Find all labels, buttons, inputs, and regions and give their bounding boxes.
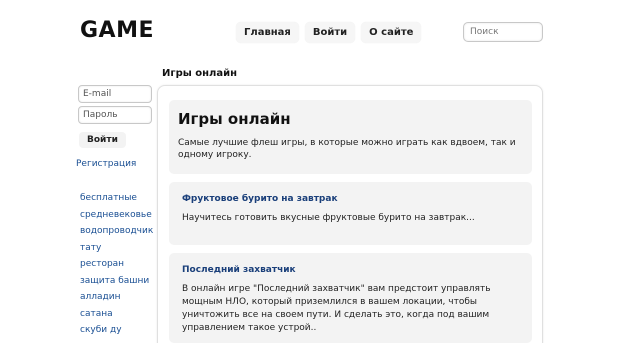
category-link-scooby-doo[interactable]: скуби ду [80,322,154,339]
register-link[interactable]: Регистрация [76,159,154,169]
main-content: Игры онлайн Самые лучшие флеш игры, в ко… [157,85,543,343]
login-button[interactable]: Войти [79,132,126,148]
category-link-tattoo[interactable]: тату [80,240,154,257]
category-link-plumber[interactable]: водопроводчик [80,223,154,240]
category-link-satan[interactable]: сатана [80,306,154,323]
game-card-text: Научитесь готовить вкусные фруктовые бур… [182,213,475,223]
game-card: Фруктовое бурито на завтрак Научитесь го… [169,182,532,245]
category-link-restaurant[interactable]: ресторан [80,256,154,273]
game-card: Последний захватчик В онлайн игре "После… [169,253,532,343]
nav-about-button[interactable]: О сайте [361,22,422,43]
nav-home-button[interactable]: Главная [236,22,299,43]
category-link-medieval[interactable]: средневековье [80,207,154,224]
category-list: бесплатные средневековье водопроводчик т… [78,190,154,339]
intro-text: Самые лучшие флеш игры, в которые можно … [178,138,516,160]
category-link-free[interactable]: бесплатные [80,190,154,207]
sidebar: E-mail Пароль Войти Регистрация бесплатн… [76,85,154,339]
email-field[interactable]: E-mail [78,85,152,103]
category-link-aladdin[interactable]: алладин [80,289,154,306]
page-title: Игры онлайн [162,68,238,79]
intro-block: Игры онлайн Самые лучшие флеш игры, в ко… [169,100,532,174]
password-field[interactable]: Пароль [78,106,152,124]
game-card-title[interactable]: Фруктовое бурито на завтрак [182,194,519,204]
category-link-tower-defense[interactable]: защита башни [80,273,154,290]
game-card-text: В онлайн игре "Последний захватчик" вам … [182,284,491,333]
search-input[interactable]: Поиск [463,22,543,42]
game-card-title[interactable]: Последний захватчик [182,265,519,275]
site-logo[interactable]: GAME [80,18,154,43]
top-navigation: Главная Войти О сайте [236,22,422,43]
intro-title: Игры онлайн [178,110,291,128]
nav-login-button[interactable]: Войти [304,22,356,43]
